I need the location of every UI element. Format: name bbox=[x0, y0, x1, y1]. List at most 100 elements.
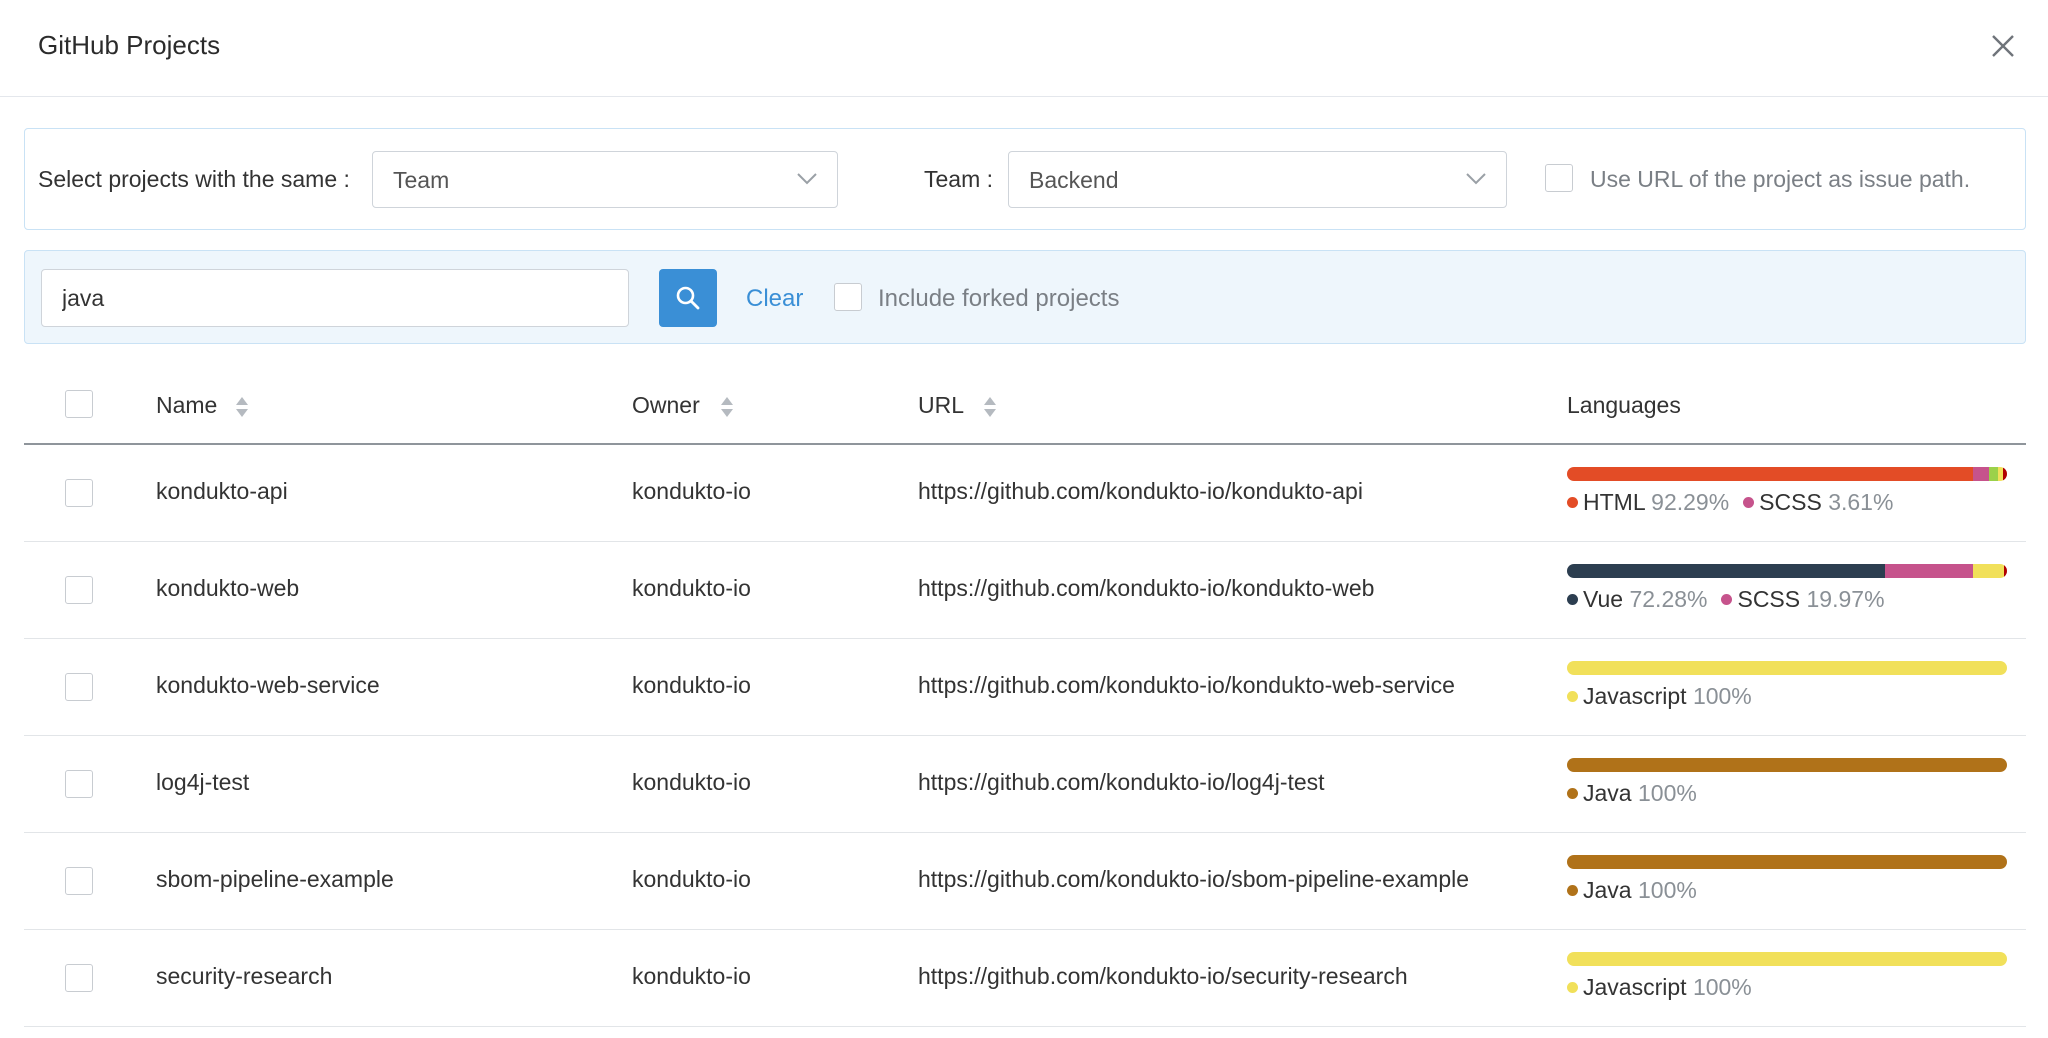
language-legend-item: Javascript 100% bbox=[1567, 683, 1752, 709]
language-name: Javascript bbox=[1583, 683, 1693, 709]
project-owner: kondukto-io bbox=[632, 478, 751, 504]
search-button[interactable] bbox=[659, 269, 717, 327]
close-icon[interactable] bbox=[1988, 28, 2018, 64]
sort-icon[interactable] bbox=[983, 395, 997, 419]
chevron-down-icon bbox=[1466, 173, 1486, 185]
language-name: HTML bbox=[1583, 489, 1652, 515]
language-bar-segment bbox=[2003, 564, 2007, 578]
sort-icon[interactable] bbox=[720, 395, 734, 419]
language-name: Java bbox=[1583, 780, 1638, 806]
language-percent: 92.29% bbox=[1651, 489, 1730, 515]
language-legend: Javascript 100% bbox=[1567, 683, 1766, 710]
language-dot-icon bbox=[1567, 982, 1578, 993]
language-percent: 100% bbox=[1637, 877, 1697, 903]
project-name: log4j-test bbox=[156, 769, 250, 795]
search-input[interactable] bbox=[41, 269, 629, 327]
language-bar bbox=[1567, 564, 2007, 578]
language-bar bbox=[1567, 661, 2007, 675]
row-checkbox[interactable] bbox=[65, 867, 93, 895]
language-bar bbox=[1567, 952, 2007, 966]
team-value: Backend bbox=[1029, 167, 1119, 193]
same-attribute-select[interactable]: Team bbox=[372, 151, 838, 208]
language-legend: HTML 92.29% SCSS 3.61% bbox=[1567, 489, 1907, 516]
language-bar-segment bbox=[1567, 564, 1886, 578]
language-bar-segment bbox=[1567, 661, 2007, 675]
language-percent: 72.28% bbox=[1629, 586, 1708, 612]
clear-link[interactable]: Clear bbox=[746, 285, 803, 313]
language-bar-segment bbox=[1567, 758, 2007, 772]
table-row[interactable]: log4j-test kondukto-io https://github.co… bbox=[24, 736, 2026, 833]
project-url: https://github.com/kondukto-io/sbom-pipe… bbox=[918, 866, 1470, 892]
table-row[interactable]: sbom-pipeline-example kondukto-io https:… bbox=[24, 833, 2026, 930]
language-legend-item: SCSS 3.61% bbox=[1743, 489, 1893, 515]
row-checkbox[interactable] bbox=[65, 964, 93, 992]
language-legend-item: HTML 92.29% bbox=[1567, 489, 1729, 515]
language-legend: Vue 72.28% SCSS 19.97% bbox=[1567, 586, 1899, 613]
language-name: Javascript bbox=[1583, 974, 1693, 1000]
project-name: sbom-pipeline-example bbox=[156, 866, 394, 892]
dialog-title: GitHub Projects bbox=[38, 30, 221, 60]
row-checkbox[interactable] bbox=[65, 770, 93, 798]
column-header-languages: Languages bbox=[1567, 392, 1681, 418]
table-row[interactable]: kondukto-api kondukto-io https://github.… bbox=[24, 445, 2026, 542]
filter-panel: Select projects with the same : Team Tea… bbox=[24, 128, 2026, 230]
language-dot-icon bbox=[1743, 497, 1755, 508]
language-percent: 19.97% bbox=[1806, 586, 1885, 612]
language-name: SCSS bbox=[1737, 586, 1807, 612]
language-bar-segment bbox=[2003, 467, 2007, 481]
search-panel: Clear Include forked projects bbox=[24, 250, 2026, 344]
project-name: kondukto-web bbox=[156, 575, 300, 601]
project-url: https://github.com/kondukto-io/log4j-tes… bbox=[918, 769, 1325, 795]
column-header-name: Name bbox=[156, 392, 218, 418]
sort-icon[interactable] bbox=[235, 395, 249, 419]
dialog-header: GitHub Projects bbox=[0, 0, 2048, 97]
language-bar-segment bbox=[1988, 467, 1998, 481]
include-forked-checkbox[interactable] bbox=[834, 283, 862, 311]
language-legend-item: SCSS 19.97% bbox=[1721, 586, 1885, 612]
language-legend: Java 100% bbox=[1567, 780, 1711, 807]
select-all-checkbox[interactable] bbox=[65, 390, 93, 418]
language-legend: Java 100% bbox=[1567, 877, 1711, 904]
language-bar-segment bbox=[1885, 564, 1973, 578]
language-bar-segment bbox=[1567, 467, 1974, 481]
language-bar bbox=[1567, 467, 2007, 481]
row-checkbox[interactable] bbox=[65, 576, 93, 604]
language-bar bbox=[1567, 855, 2007, 869]
language-legend: Javascript 100% bbox=[1567, 974, 1766, 1001]
row-checkbox[interactable] bbox=[65, 673, 93, 701]
table-row[interactable]: kondukto-web kondukto-io https://github.… bbox=[24, 542, 2026, 639]
language-bar-segment bbox=[1972, 564, 2004, 578]
select-same-label: Select projects with the same : bbox=[38, 166, 350, 192]
use-url-checkbox[interactable] bbox=[1545, 164, 1573, 192]
project-name: kondukto-web-service bbox=[156, 672, 380, 698]
table-row[interactable]: security-research kondukto-io https://gi… bbox=[24, 930, 2026, 1027]
row-checkbox[interactable] bbox=[65, 479, 93, 507]
column-header-url: URL bbox=[918, 392, 965, 418]
project-owner: kondukto-io bbox=[632, 769, 751, 795]
language-dot-icon bbox=[1567, 885, 1578, 896]
language-percent: 100% bbox=[1637, 780, 1697, 806]
language-dot-icon bbox=[1567, 788, 1578, 799]
language-bar-segment bbox=[1567, 855, 2007, 869]
language-bar-segment bbox=[1567, 952, 2007, 966]
search-icon bbox=[676, 286, 700, 310]
project-url: https://github.com/kondukto-io/kondukto-… bbox=[918, 575, 1375, 601]
table-header: Name Owner URL Languages bbox=[24, 365, 2026, 445]
project-owner: kondukto-io bbox=[632, 672, 751, 698]
language-percent: 3.61% bbox=[1828, 489, 1894, 515]
table-row[interactable]: kondukto-web-service kondukto-io https:/… bbox=[24, 639, 2026, 736]
project-url: https://github.com/kondukto-io/kondukto-… bbox=[918, 672, 1455, 698]
project-owner: kondukto-io bbox=[632, 866, 751, 892]
project-name: kondukto-api bbox=[156, 478, 288, 504]
use-url-label: Use URL of the project as issue path. bbox=[1590, 166, 1971, 192]
language-name: Vue bbox=[1583, 586, 1630, 612]
language-bar bbox=[1567, 758, 2007, 772]
language-legend-item: Vue 72.28% bbox=[1567, 586, 1707, 612]
language-percent: 100% bbox=[1692, 974, 1752, 1000]
same-attribute-value: Team bbox=[393, 167, 450, 193]
team-select[interactable]: Backend bbox=[1008, 151, 1507, 208]
chevron-down-icon bbox=[797, 173, 817, 185]
language-legend-item: Javascript 100% bbox=[1567, 974, 1752, 1000]
project-url: https://github.com/kondukto-io/kondukto-… bbox=[918, 478, 1363, 504]
language-dot-icon bbox=[1567, 691, 1578, 702]
